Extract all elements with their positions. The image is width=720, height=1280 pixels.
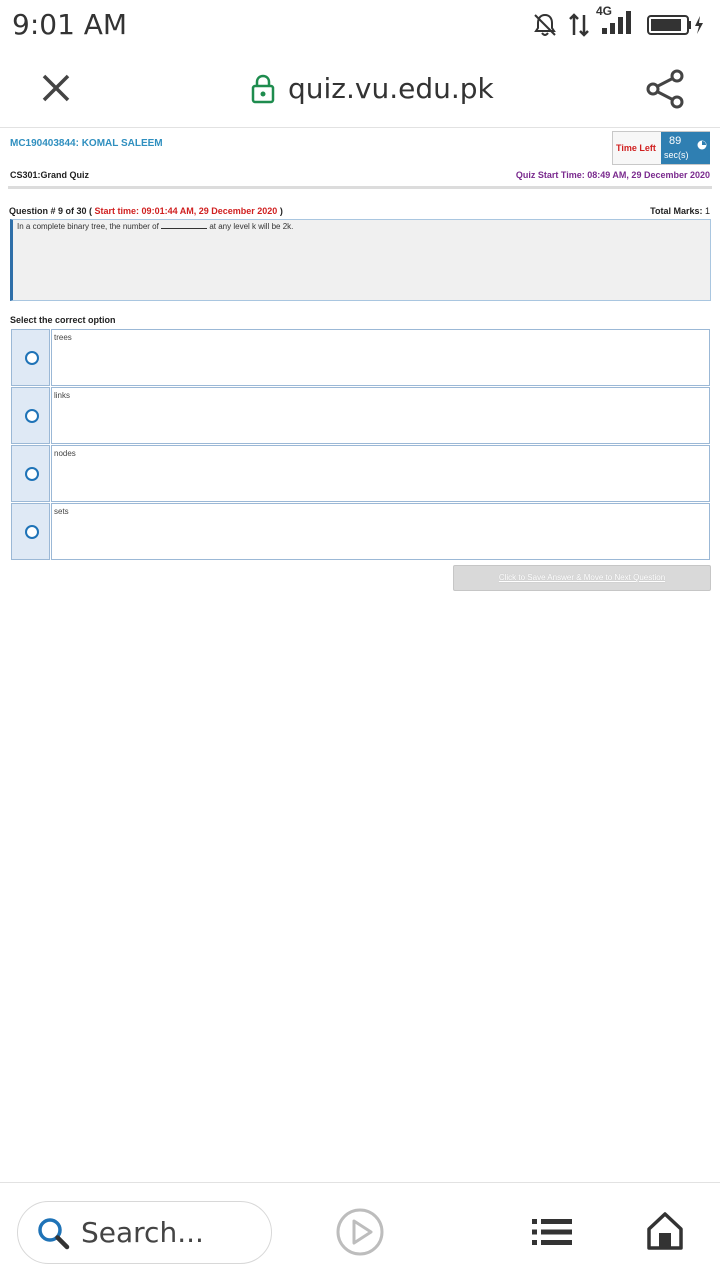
timer-value: 89 sec(s)	[661, 132, 710, 164]
option-text: nodes	[54, 449, 76, 458]
status-icons: 4G	[532, 4, 706, 44]
option-row[interactable]: nodes	[11, 445, 710, 502]
data-transfer-icon	[569, 13, 589, 37]
search-bar[interactable]: Search...	[17, 1201, 272, 1264]
status-time: 9:01 AM	[12, 8, 128, 41]
option-text: links	[54, 391, 71, 400]
radio-button[interactable]	[25, 409, 39, 423]
total-marks-label: Total Marks:	[650, 206, 703, 216]
option-row[interactable]: sets	[11, 503, 710, 560]
browser-toolbar: quiz.vu.edu.pk	[0, 50, 720, 128]
total-marks: Total Marks: 1	[650, 206, 710, 216]
option-row[interactable]: links	[11, 387, 710, 444]
network-type: 4G	[596, 3, 613, 18]
share-icon[interactable]	[644, 68, 686, 110]
question-header: Question # 9 of 30 ( Start time: 09:01:4…	[9, 206, 283, 216]
quiz-page: MC190403844: KOMAL SALEEM Time Left 89 s…	[0, 128, 720, 1180]
radio-button[interactable]	[25, 525, 39, 539]
url-text[interactable]: quiz.vu.edu.pk	[288, 72, 494, 105]
lock-icon	[251, 74, 275, 104]
header-divider	[8, 186, 712, 189]
play-icon[interactable]	[335, 1207, 385, 1257]
option-radio-cell[interactable]	[11, 387, 50, 444]
home-icon[interactable]	[646, 1211, 684, 1251]
option-radio-cell[interactable]	[11, 503, 50, 560]
radio-button[interactable]	[25, 351, 39, 365]
student-name: MC190403844: KOMAL SALEEM	[10, 138, 163, 149]
quiz-start-time: Quiz Start Time: 08:49 AM, 29 December 2…	[515, 170, 710, 180]
bottom-toolbar: Search...	[0, 1182, 720, 1280]
question-number: Question # 9 of 30 (	[9, 206, 93, 216]
question-text-after: at any level k will be 2k.	[209, 222, 294, 231]
option-text-cell[interactable]: sets	[51, 503, 710, 560]
total-marks-value: 1	[704, 206, 710, 216]
select-option-label: Select the correct option	[10, 315, 116, 325]
save-and-next-button[interactable]: Click to Save Answer & Move to Next Ques…	[453, 565, 711, 591]
question-blank	[161, 222, 208, 229]
option-row[interactable]: trees	[11, 329, 710, 386]
radio-button[interactable]	[25, 467, 39, 481]
option-text-cell[interactable]: nodes	[51, 445, 710, 502]
notifications-muted-icon	[534, 13, 556, 36]
menu-icon[interactable]	[532, 1217, 572, 1247]
timer-label: Time Left	[616, 143, 656, 153]
option-radio-cell[interactable]	[11, 329, 50, 386]
refresh-icon	[697, 140, 707, 150]
question-box: In a complete binary tree, the number of…	[10, 219, 711, 301]
search-placeholder: Search...	[81, 1216, 204, 1249]
timer-box: Time Left 89 sec(s)	[612, 131, 710, 165]
option-text-cell[interactable]: links	[51, 387, 710, 444]
option-text: sets	[54, 507, 69, 516]
timer-seconds: 89	[669, 135, 682, 147]
option-text-cell[interactable]: trees	[51, 329, 710, 386]
timer-unit: sec(s)	[664, 150, 689, 160]
option-radio-cell[interactable]	[11, 445, 50, 502]
signal-group: 4G	[596, 4, 636, 41]
search-icon	[38, 1218, 70, 1250]
question-text-before: In a complete binary tree, the number of	[17, 222, 159, 231]
question-number-close: )	[279, 206, 283, 216]
battery-charging-icon	[647, 15, 703, 35]
status-bar: 9:01 AM 4G	[0, 0, 720, 50]
close-icon[interactable]	[38, 70, 74, 106]
question-text: In a complete binary tree, the number of…	[17, 222, 293, 231]
course-name: CS301:Grand Quiz	[10, 170, 90, 180]
question-start-time: Start time: 09:01:44 AM, 29 December 202…	[94, 206, 278, 216]
option-text: trees	[54, 333, 72, 342]
